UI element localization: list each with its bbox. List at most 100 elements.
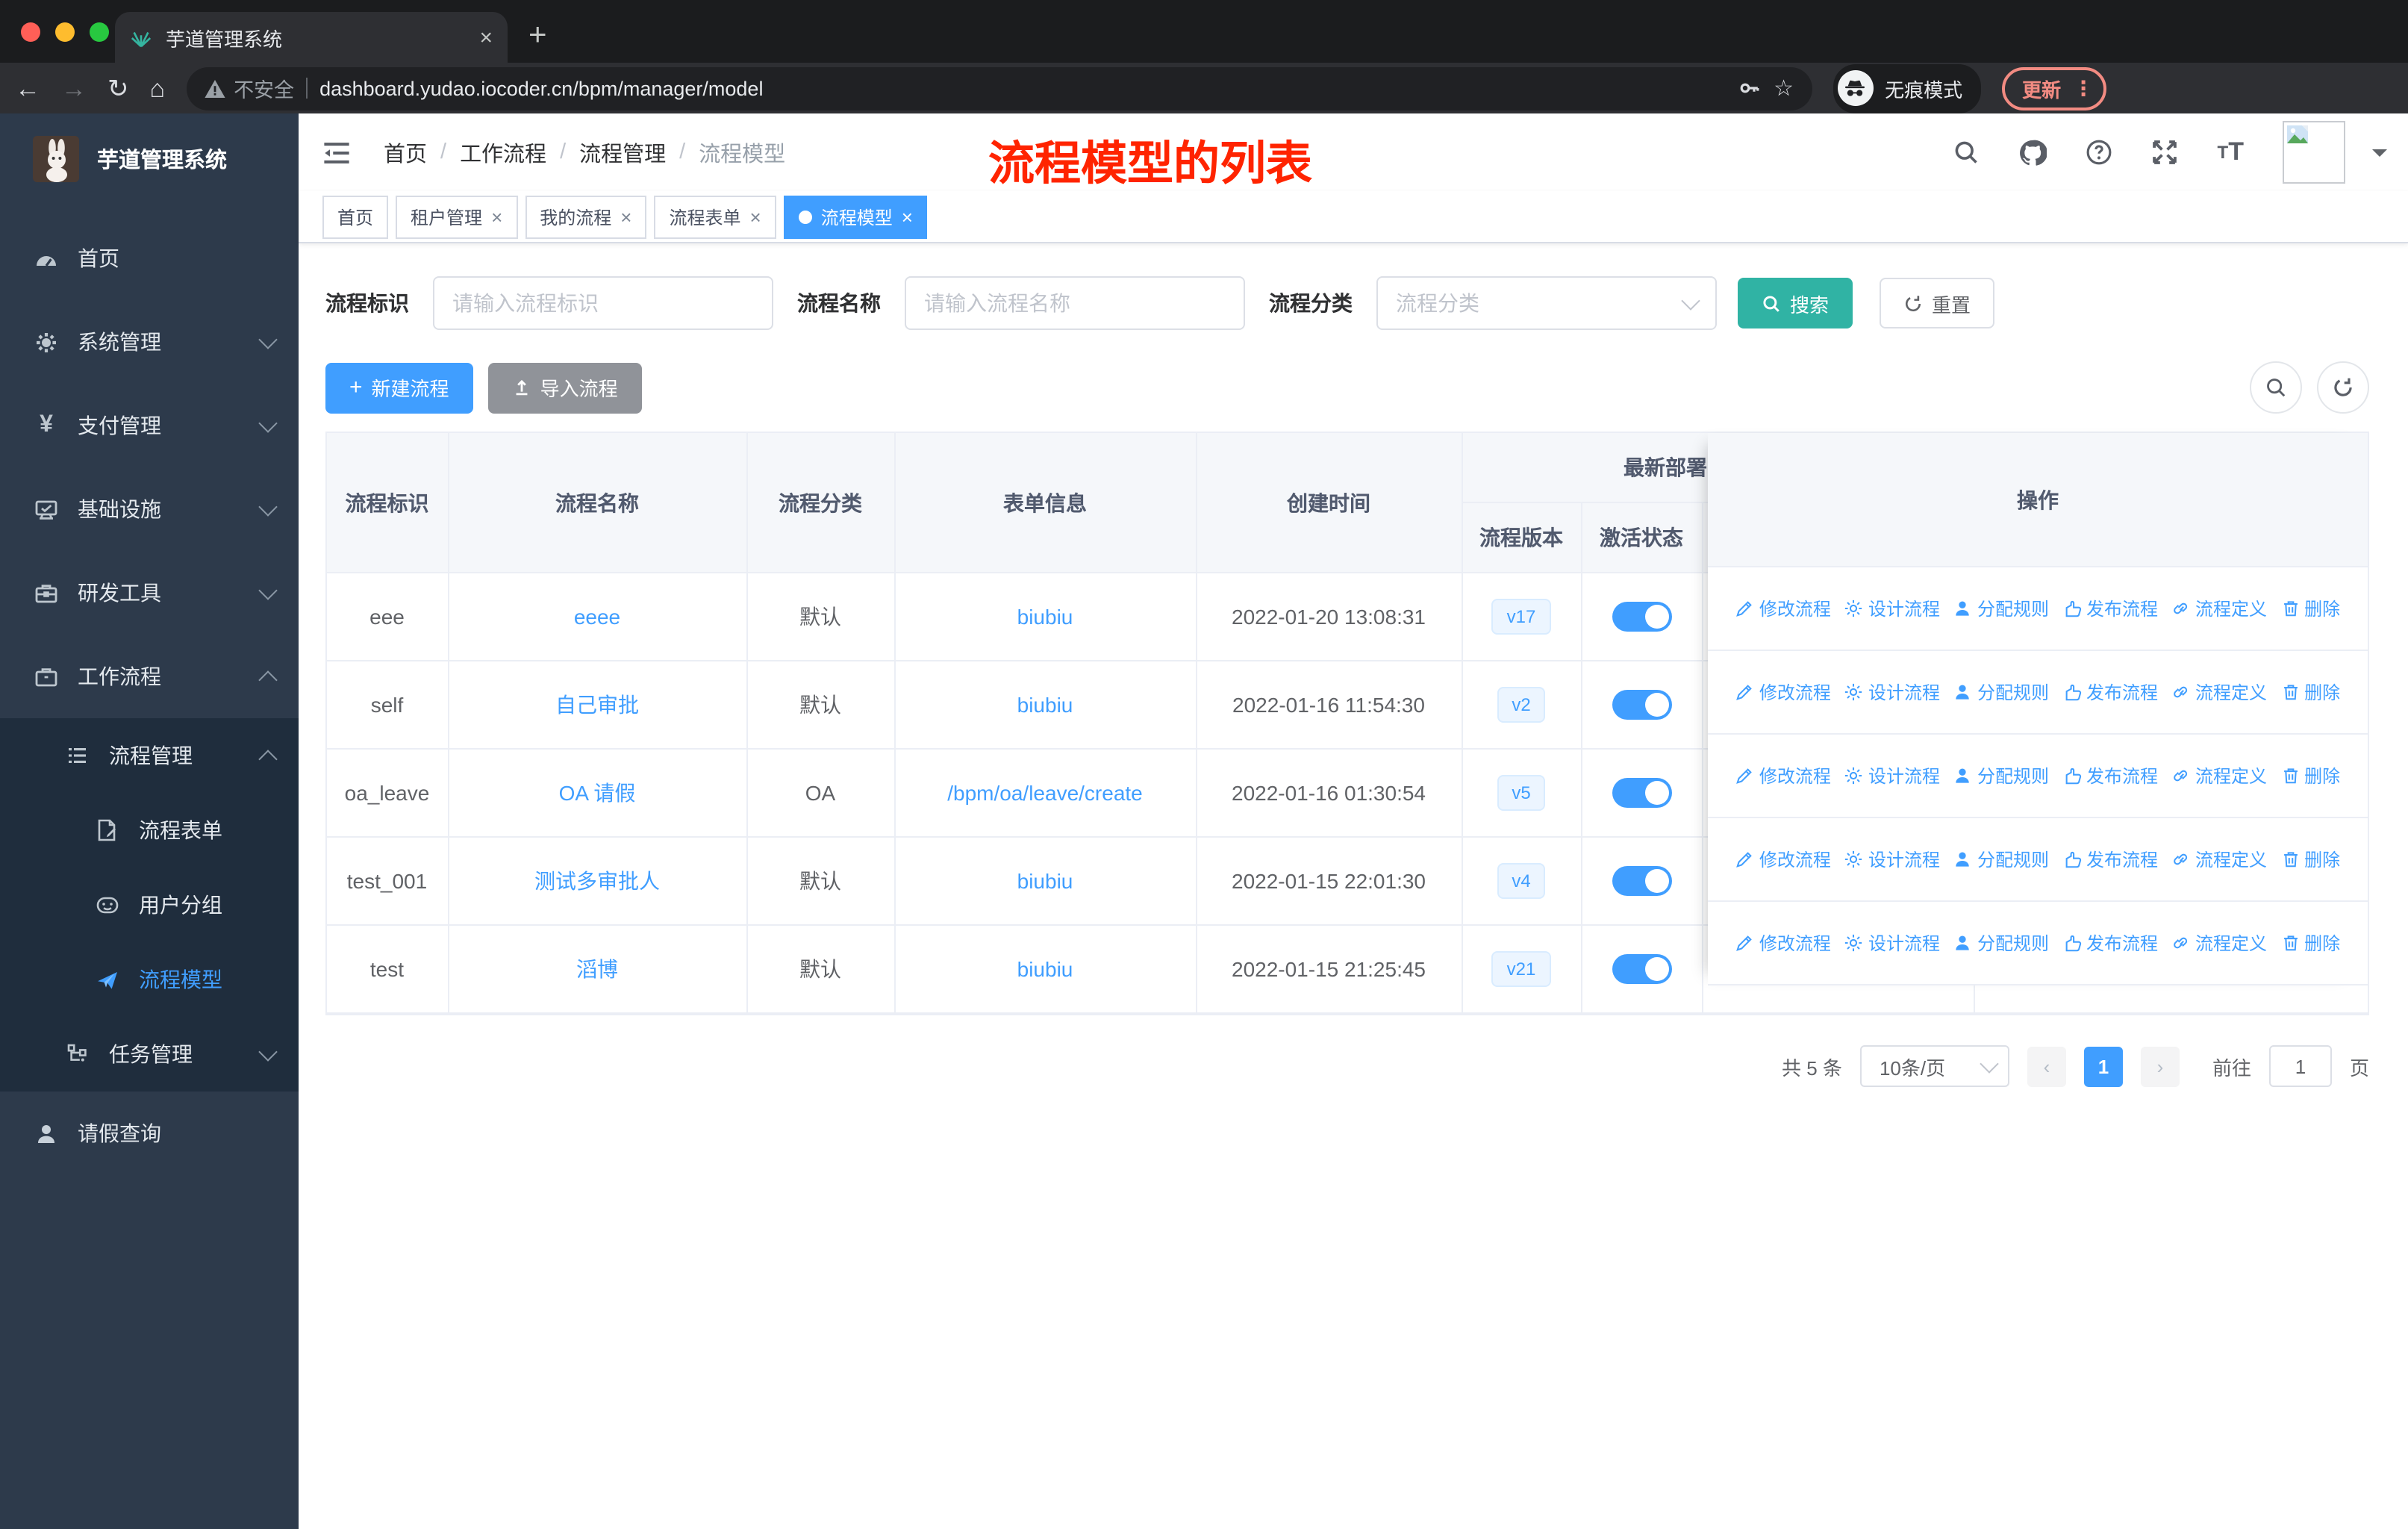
design-process-link[interactable]: 设计流程	[1844, 847, 1940, 872]
process-key-input[interactable]	[433, 276, 773, 330]
tag-process-model[interactable]: 流程模型 ×	[783, 195, 928, 238]
next-page-button[interactable]: ›	[2140, 1046, 2180, 1086]
publish-process-link[interactable]: 发布流程	[2062, 847, 2158, 872]
home-icon[interactable]: ⌂	[150, 75, 166, 101]
process-definition-link[interactable]: 流程定义	[2171, 596, 2267, 621]
breadcrumb-workflow[interactable]: 工作流程	[460, 137, 546, 168]
process-definition-link[interactable]: 流程定义	[2171, 847, 2267, 872]
forward-icon[interactable]: →	[61, 75, 87, 101]
import-process-button[interactable]: 导入流程	[487, 362, 642, 413]
close-icon[interactable]: ×	[620, 205, 631, 228]
publish-process-link[interactable]: 发布流程	[2062, 930, 2158, 956]
close-icon[interactable]: ×	[902, 205, 913, 228]
tag-process-form[interactable]: 流程表单 ×	[654, 195, 776, 238]
process-name-link[interactable]: 测试多审批人	[534, 869, 660, 893]
sidebar-item-task-management[interactable]: 任务管理	[0, 1017, 299, 1092]
delete-link[interactable]: 删除	[2280, 763, 2340, 788]
modify-process-link[interactable]: 修改流程	[1735, 596, 1831, 621]
sidebar-item-process-model[interactable]: 流程模型	[0, 942, 299, 1017]
github-icon[interactable]	[2019, 138, 2047, 166]
form-info-link[interactable]: biubiu	[1017, 605, 1073, 629]
form-info-link[interactable]: /bpm/oa/leave/create	[947, 781, 1143, 805]
assign-rule-link[interactable]: 分配规则	[1953, 930, 2049, 956]
close-window-button[interactable]	[21, 22, 40, 42]
form-info-link[interactable]: biubiu	[1017, 693, 1073, 717]
assign-rule-link[interactable]: 分配规则	[1953, 763, 2049, 788]
breadcrumb-home[interactable]: 首页	[384, 137, 427, 168]
process-definition-link[interactable]: 流程定义	[2171, 930, 2267, 956]
assign-rule-link[interactable]: 分配规则	[1953, 596, 2049, 621]
process-category-select[interactable]: 流程分类	[1376, 276, 1717, 330]
sidebar-item-home[interactable]: 首页	[0, 217, 299, 300]
tag-home[interactable]: 首页	[322, 195, 389, 238]
modify-process-link[interactable]: 修改流程	[1735, 763, 1831, 788]
process-name-link[interactable]: 自己审批	[555, 693, 639, 717]
form-info-link[interactable]: biubiu	[1017, 957, 1073, 981]
sidebar-fold-icon[interactable]	[322, 140, 351, 165]
show-search-button[interactable]	[2250, 361, 2302, 414]
active-toggle[interactable]	[1612, 866, 1671, 896]
breadcrumb-process-management[interactable]: 流程管理	[579, 137, 666, 168]
search-icon[interactable]	[1953, 139, 1980, 166]
modify-process-link[interactable]: 修改流程	[1735, 847, 1831, 872]
security-warning-icon[interactable]: 不安全	[204, 73, 294, 103]
prev-page-button[interactable]: ‹	[2027, 1046, 2066, 1086]
sidebar-item-payment[interactable]: ¥ 支付管理	[0, 384, 299, 467]
help-icon[interactable]	[2086, 139, 2113, 166]
avatar[interactable]	[2283, 121, 2345, 184]
process-name-link[interactable]: eeee	[574, 605, 620, 629]
active-toggle[interactable]	[1612, 954, 1671, 984]
active-toggle[interactable]	[1612, 602, 1671, 632]
design-process-link[interactable]: 设计流程	[1844, 763, 1940, 788]
update-button[interactable]: 更新 ⋮	[2001, 66, 2106, 110]
sidebar-item-infrastructure[interactable]: 基础设施	[0, 467, 299, 551]
sidebar-item-user-group[interactable]: 用户分组	[0, 868, 299, 942]
process-definition-link[interactable]: 流程定义	[2171, 679, 2267, 705]
reset-button[interactable]: 重置	[1880, 278, 1995, 328]
font-size-icon[interactable]: TT	[2218, 137, 2244, 167]
design-process-link[interactable]: 设计流程	[1844, 596, 1940, 621]
sidebar-item-workflow[interactable]: 工作流程	[0, 635, 299, 718]
page-1-button[interactable]: 1	[2083, 1046, 2123, 1086]
sidebar-item-process-form[interactable]: 流程表单	[0, 793, 299, 868]
minimize-window-button[interactable]	[55, 22, 75, 42]
process-name-input[interactable]	[905, 276, 1245, 330]
modify-process-link[interactable]: 修改流程	[1735, 679, 1831, 705]
active-toggle[interactable]	[1612, 690, 1671, 720]
search-button[interactable]: 搜索	[1738, 278, 1853, 328]
tag-my-process[interactable]: 我的流程 ×	[525, 195, 647, 238]
tag-tenant[interactable]: 租户管理 ×	[396, 195, 518, 238]
address-bar[interactable]: 不安全 dashboard.yudao.iocoder.cn/bpm/manag…	[186, 66, 1812, 110]
sidebar-item-system[interactable]: 系统管理	[0, 300, 299, 384]
publish-process-link[interactable]: 发布流程	[2062, 679, 2158, 705]
browser-tab[interactable]: 芋道管理系统 ×	[115, 12, 508, 63]
process-name-link[interactable]: OA 请假	[559, 781, 636, 805]
refresh-button[interactable]	[2317, 361, 2369, 414]
active-toggle[interactable]	[1612, 778, 1671, 808]
close-icon[interactable]: ×	[750, 205, 761, 228]
goto-page-input[interactable]	[2268, 1045, 2332, 1087]
key-icon[interactable]	[1738, 76, 1762, 100]
publish-process-link[interactable]: 发布流程	[2062, 596, 2158, 621]
delete-link[interactable]: 删除	[2280, 847, 2340, 872]
fullscreen-icon[interactable]	[2152, 139, 2179, 166]
process-name-link[interactable]: 滔博	[576, 957, 618, 981]
tab-close-icon[interactable]: ×	[479, 25, 493, 50]
reload-icon[interactable]: ↻	[107, 75, 129, 101]
process-definition-link[interactable]: 流程定义	[2171, 763, 2267, 788]
sidebar-item-devtools[interactable]: 研发工具	[0, 551, 299, 635]
delete-link[interactable]: 删除	[2280, 596, 2340, 621]
back-icon[interactable]: ←	[15, 75, 40, 101]
close-icon[interactable]: ×	[491, 205, 502, 228]
avatar-caret-icon[interactable]	[2372, 149, 2387, 164]
modify-process-link[interactable]: 修改流程	[1735, 930, 1831, 956]
assign-rule-link[interactable]: 分配规则	[1953, 847, 2049, 872]
bookmark-star-icon[interactable]: ☆	[1774, 75, 1794, 102]
page-size-select[interactable]: 10条/页	[1859, 1045, 2009, 1087]
sidebar-item-process-management[interactable]: 流程管理	[0, 718, 299, 793]
delete-link[interactable]: 删除	[2280, 679, 2340, 705]
assign-rule-link[interactable]: 分配规则	[1953, 679, 2049, 705]
delete-link[interactable]: 删除	[2280, 930, 2340, 956]
maximize-window-button[interactable]	[90, 22, 109, 42]
design-process-link[interactable]: 设计流程	[1844, 679, 1940, 705]
